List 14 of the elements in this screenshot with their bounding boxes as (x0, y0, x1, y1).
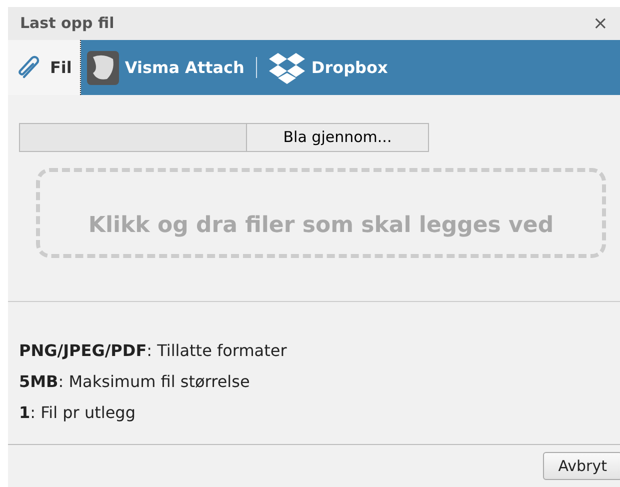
info-line: 1: Fil pr utlegg (19, 402, 136, 424)
cancel-button[interactable]: Avbryt (543, 452, 620, 480)
info-line: PNG/JPEG/PDF: Tillatte formater (19, 340, 288, 362)
file-input[interactable]: Bla gjennom... (19, 123, 429, 152)
close-button[interactable]: × (592, 14, 608, 32)
dropbox-icon (269, 50, 306, 84)
app-logo-icon (86, 50, 119, 84)
info-line: 5MB: Maksimum fil størrelse (19, 371, 251, 393)
browse-button[interactable]: Bla gjennom... (246, 124, 428, 151)
paperclip-icon (16, 54, 42, 80)
dialog-title: Last opp fil (20, 13, 114, 34)
tab[interactable]: Dropbox (263, 40, 394, 95)
tab[interactable]: Visma Attach (80, 40, 250, 95)
tab[interactable]: Fil (8, 40, 81, 95)
